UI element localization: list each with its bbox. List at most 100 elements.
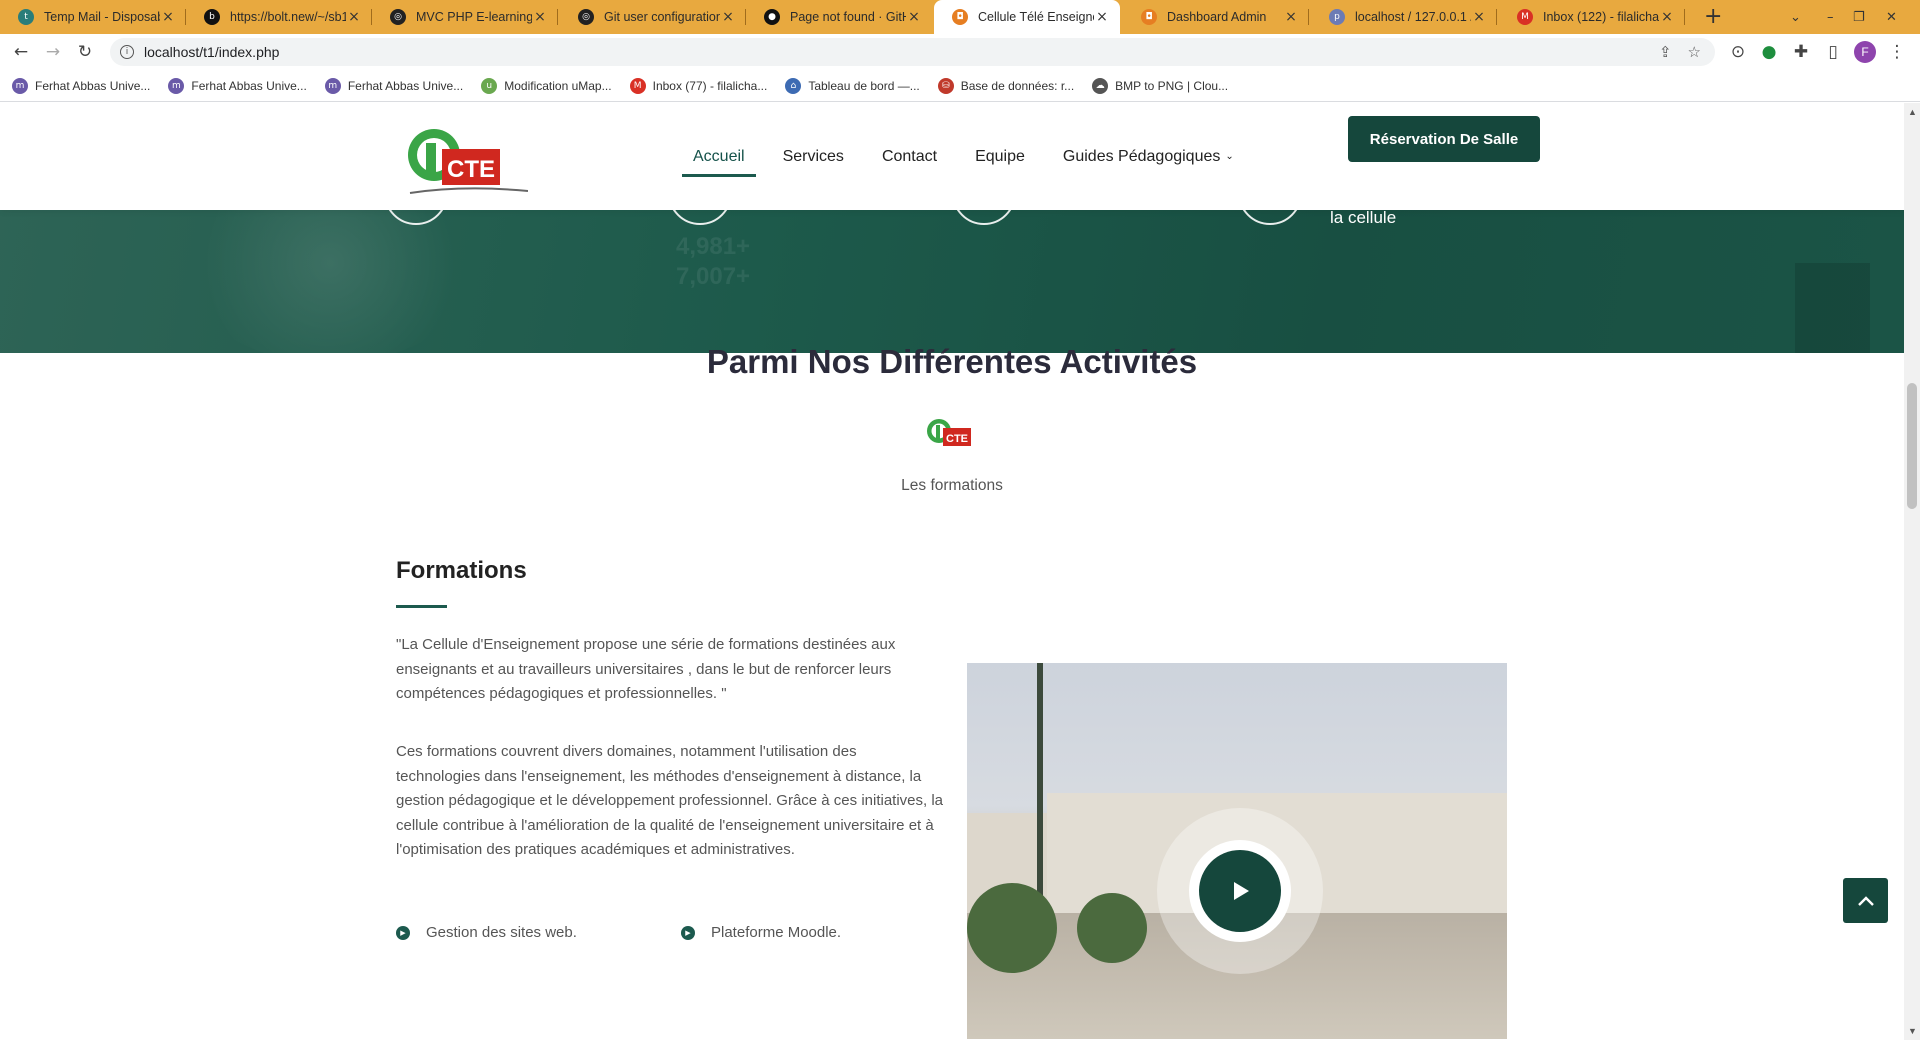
bookmark-item[interactable]: m Ferhat Abbas Unive... <box>168 77 307 94</box>
nav-item-label: Guides Pédagogiques <box>1062 147 1221 165</box>
bookmark-label: Inbox (77) - filalicha... <box>652 78 768 93</box>
browser-tab[interactable]: ◎ MVC PHP E-learning Sc× <box>372 0 558 34</box>
stat-label: la cellule <box>1330 208 1397 227</box>
tab-close-icon[interactable]: × <box>1659 9 1675 25</box>
site-header: CTE Accueil Services Contact Equipe Guides P… <box>0 103 1904 210</box>
tab-title: Dashboard Admin <box>1167 10 1267 24</box>
formations-paragraph-2: Ces formations couvrent divers domaines,… <box>396 743 944 858</box>
nav-item-label: Equipe <box>975 147 1025 165</box>
nav-item-guides[interactable]: Guides Pédagogiques ⌄ <box>1052 103 1245 210</box>
tab-favicon-icon: ◎ <box>390 9 406 25</box>
tab-close-icon[interactable]: × <box>532 9 548 25</box>
bookmark-item[interactable]: ⛁ Base de données: r... <box>937 77 1075 94</box>
tab-close-icon[interactable]: × <box>160 9 176 25</box>
bookmark-favicon-icon: ⌂ <box>785 77 802 94</box>
browser-tab[interactable]: ◎ Git user configuration f × <box>560 0 746 34</box>
browser-tab[interactable]: p localhost / 127.0.0.1 / s × <box>1311 0 1497 34</box>
tab-close-icon[interactable]: × <box>1283 9 1299 25</box>
scroll-down-icon[interactable]: ▼ <box>1908 1026 1917 1036</box>
list-item: ▶ Plateforme Moodle. <box>681 924 841 941</box>
nav-item-contact[interactable]: Contact <box>871 103 948 210</box>
bookmark-star-icon[interactable]: ☆ <box>1688 43 1701 61</box>
bookmark-label: Base de données: r... <box>960 78 1075 93</box>
formations-paragraph-1: "La Cellule d'Enseignement propose une s… <box>396 636 896 702</box>
video-scene-lamppost <box>1037 663 1043 923</box>
extension-grammarly-icon[interactable]: ● <box>1758 41 1780 63</box>
minimize-button[interactable]: – <box>1827 0 1834 34</box>
chevron-right-icon: ▶ <box>396 925 410 940</box>
bookmark-favicon-icon: m <box>324 77 341 94</box>
nav-item-services[interactable]: Services <box>772 103 855 210</box>
bookmark-label: BMP to PNG | Clou... <box>1115 78 1229 93</box>
back-to-top-button[interactable] <box>1843 878 1888 923</box>
bookmark-item[interactable]: ☁ BMP to PNG | Clou... <box>1092 77 1229 94</box>
tab-favicon-icon: ◘ <box>1141 9 1157 25</box>
tab-close-icon[interactable]: × <box>346 9 362 25</box>
page-scrollbar[interactable]: ▲ ▼ <box>1904 103 1920 1040</box>
browser-tab[interactable]: t Temp Mail - Disposable× <box>0 0 186 34</box>
scrollbar-thumb[interactable] <box>1907 383 1917 509</box>
tab-close-icon[interactable]: × <box>1094 9 1110 25</box>
close-window-button[interactable]: ✕ <box>1886 0 1897 34</box>
address-url[interactable]: localhost/t1/index.php <box>144 44 279 60</box>
tab-title: localhost / 127.0.0.1 / s <box>1355 10 1471 24</box>
banner-ghost-number: 4,981+ <box>676 233 751 260</box>
nav-item-accueil[interactable]: Accueil <box>682 103 756 210</box>
tab-search-icon[interactable]: ⌄ <box>1790 0 1801 34</box>
address-bar[interactable]: i localhost/t1/index.php ⇪ ☆ <box>110 38 1715 66</box>
back-icon[interactable]: ← <box>10 41 32 63</box>
room-reservation-button[interactable]: Réservation De Salle <box>1348 116 1540 162</box>
browser-tab[interactable]: ◘ Cellule Télé Enseignem× <box>934 0 1120 34</box>
bookmark-label: Ferhat Abbas Unive... <box>35 78 151 93</box>
cte-logo[interactable]: CTE <box>404 119 528 199</box>
share-icon[interactable]: ⇪ <box>1659 43 1672 61</box>
page-viewport: 4,981+ 7,007+ la cellule CTE Accueil Serv… <box>0 103 1904 1040</box>
bookmark-label: Ferhat Abbas Unive... <box>191 78 307 93</box>
bookmark-item[interactable]: m Ferhat Abbas Unive... <box>12 77 151 94</box>
reload-icon[interactable]: ↻ <box>74 41 96 63</box>
nav-item-label: Contact <box>881 147 938 165</box>
bookmark-label: Modification uMap... <box>504 78 612 93</box>
tab-title: MVC PHP E-learning Sc <box>416 10 532 24</box>
browser-tab[interactable]: ◘ Dashboard Admin × <box>1123 0 1309 34</box>
banner-decor-block <box>1795 263 1870 353</box>
site-info-icon[interactable]: i <box>120 45 134 59</box>
svg-text:CTE: CTE <box>946 433 968 445</box>
tab-title: https://bolt.new/~/sb1 <box>230 10 346 24</box>
chevron-up-icon <box>1857 895 1874 906</box>
side-panel-icon[interactable]: ▯ <box>1822 41 1844 63</box>
browser-tab[interactable]: ● Page not found · GitHu × <box>746 0 932 34</box>
nav-item-label: Services <box>782 147 844 165</box>
browser-tab[interactable]: b https://bolt.new/~/sb1 × <box>186 0 372 34</box>
bookmark-item[interactable]: u Modification uMap... <box>481 77 612 94</box>
scroll-up-icon[interactable]: ▲ <box>1908 107 1917 117</box>
nav-item-equipe[interactable]: Equipe <box>964 103 1036 210</box>
bookmark-favicon-icon: M <box>629 77 646 94</box>
tab-favicon-icon: b <box>204 9 220 25</box>
bookmark-item[interactable]: ⌂ Tableau de bord —... <box>785 77 920 94</box>
menu-kebab-icon[interactable]: ⋮ <box>1886 41 1908 63</box>
tab-title: Git user configuration f <box>604 10 720 24</box>
banner-ghost-number: 7,007+ <box>676 263 751 290</box>
bookmark-item[interactable]: m Ferhat Abbas Unive... <box>324 77 463 94</box>
list-item-label: Gestion des sites web. <box>426 924 577 941</box>
tab-close-icon[interactable]: × <box>720 9 736 25</box>
new-tab-button[interactable]: + <box>1704 4 1722 29</box>
tab-title: Cellule Télé Enseignem <box>978 10 1094 24</box>
tab-title: Inbox (122) - filalicham <box>1543 10 1659 24</box>
browser-tab[interactable]: M Inbox (122) - filalicham × <box>1499 0 1685 34</box>
extensions-puzzle-icon[interactable]: ✚ <box>1790 41 1812 63</box>
restore-button[interactable]: ❐ <box>1853 0 1865 34</box>
profile-avatar[interactable]: F <box>1854 41 1876 63</box>
bookmark-item[interactable]: M Inbox (77) - filalicha... <box>629 77 768 94</box>
download-icon[interactable]: ⊙ <box>1727 41 1749 63</box>
tab-close-icon[interactable]: × <box>906 9 922 25</box>
play-button[interactable] <box>1199 850 1281 932</box>
section-title: Parmi Nos Différentes Activités <box>706 343 1198 380</box>
list-item-label: Plateforme Moodle. <box>711 924 842 941</box>
forward-icon[interactable]: → <box>42 41 64 63</box>
chevron-right-icon: ▶ <box>681 925 695 940</box>
video-thumbnail[interactable] <box>967 663 1507 1039</box>
tab-favicon-icon: ◎ <box>578 9 594 25</box>
tab-close-icon[interactable]: × <box>1471 9 1487 25</box>
